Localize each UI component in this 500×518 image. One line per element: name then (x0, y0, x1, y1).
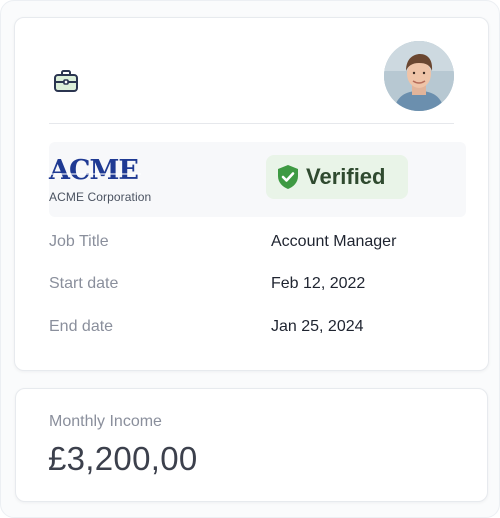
detail-row-start-date: Start date Feb 12, 2022 (49, 275, 469, 297)
detail-row-job-title: Job Title Account Manager (49, 233, 469, 255)
detail-label: End date (49, 318, 114, 335)
income-value: £3,200,00 (48, 440, 198, 477)
income-card: Monthly Income £3,200,00 (15, 388, 488, 502)
avatar (384, 41, 454, 111)
detail-row-end-date: End date Jan 25, 2024 (49, 318, 469, 340)
company-logo: ACME (49, 155, 139, 186)
employment-card: ACME ACME Corporation Verified Job Title… (14, 17, 489, 371)
person-avatar-icon (384, 41, 454, 111)
logo-stripe (49, 173, 141, 175)
detail-value: Feb 12, 2022 (271, 275, 366, 292)
detail-label: Start date (49, 275, 119, 292)
verified-badge: Verified (266, 155, 408, 199)
detail-label: Job Title (49, 233, 109, 250)
briefcase-icon (54, 70, 78, 92)
shield-check-icon (278, 165, 298, 189)
income-label: Monthly Income (49, 413, 162, 430)
detail-value: Jan 25, 2024 (271, 318, 364, 335)
divider (49, 123, 454, 124)
detail-value: Account Manager (271, 233, 397, 250)
verified-label: Verified (306, 164, 386, 189)
employer-section: ACME ACME Corporation Verified (49, 142, 466, 217)
company-name: ACME Corporation (49, 190, 152, 204)
